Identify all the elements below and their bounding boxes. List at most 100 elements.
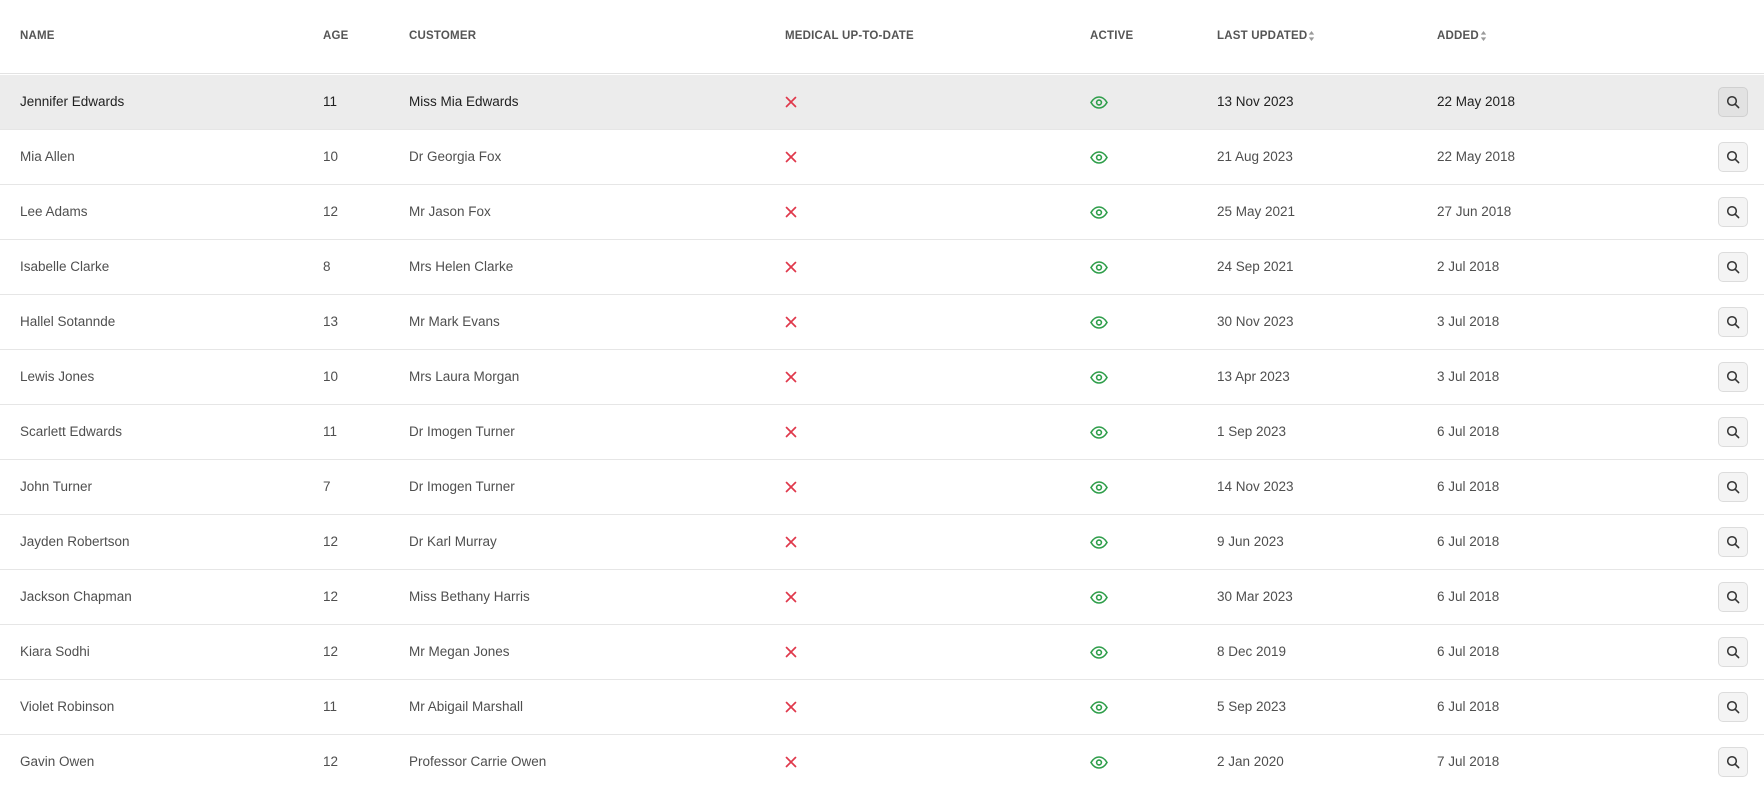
child-name: Scarlett Edwards bbox=[20, 424, 123, 439]
column-header-active: ACTIVE bbox=[1090, 30, 1134, 42]
column-header-added[interactable]: ADDED bbox=[1437, 30, 1487, 42]
view-button[interactable] bbox=[1718, 747, 1748, 777]
child-age: 7 bbox=[323, 479, 331, 494]
view-cell bbox=[1718, 240, 1748, 294]
x-icon bbox=[785, 405, 799, 459]
child-age: 12 bbox=[323, 644, 339, 659]
added-date: 2 Jul 2018 bbox=[1437, 259, 1500, 274]
x-icon bbox=[785, 185, 799, 239]
sort-icon bbox=[1480, 30, 1487, 42]
eye-icon bbox=[1090, 75, 1108, 129]
eye-icon bbox=[1090, 240, 1108, 294]
search-icon bbox=[1726, 590, 1740, 604]
column-header-customer: CUSTOMER bbox=[409, 30, 477, 42]
view-cell bbox=[1718, 680, 1748, 734]
table-body: Jennifer Edwards 11 Miss Mia Edwards 13 Nov… bbox=[0, 75, 1764, 789]
view-button[interactable] bbox=[1718, 582, 1748, 612]
search-icon bbox=[1726, 480, 1740, 494]
child-age: 12 bbox=[323, 754, 339, 769]
search-icon bbox=[1726, 645, 1740, 659]
child-name: Kiara Sodhi bbox=[20, 644, 90, 659]
search-icon bbox=[1726, 755, 1740, 769]
child-age: 13 bbox=[323, 314, 339, 329]
child-name: Jackson Chapman bbox=[20, 589, 132, 604]
view-button[interactable] bbox=[1718, 637, 1748, 667]
eye-icon bbox=[1090, 680, 1108, 734]
customer-name: Miss Mia Edwards bbox=[409, 94, 519, 109]
last-updated-date: 30 Nov 2023 bbox=[1217, 314, 1294, 329]
view-button[interactable] bbox=[1718, 307, 1748, 337]
last-updated-date: 30 Mar 2023 bbox=[1217, 589, 1293, 604]
child-name: Violet Robinson bbox=[20, 699, 115, 714]
added-date: 6 Jul 2018 bbox=[1437, 589, 1500, 604]
view-cell bbox=[1718, 570, 1748, 624]
child-name: Isabelle Clarke bbox=[20, 259, 110, 274]
table-row[interactable]: Isabelle Clarke 8 Mrs Helen Clarke 24 Sep 2… bbox=[0, 240, 1764, 295]
x-icon bbox=[785, 515, 799, 569]
last-updated-date: 25 May 2021 bbox=[1217, 204, 1296, 219]
search-icon bbox=[1726, 150, 1740, 164]
last-updated-date: 24 Sep 2021 bbox=[1217, 259, 1294, 274]
last-updated-date: 5 Sep 2023 bbox=[1217, 699, 1287, 714]
table-row[interactable]: Scarlett Edwards 11 Dr Imogen Turner 1 Sep … bbox=[0, 405, 1764, 460]
table-row[interactable]: Jayden Robertson 12 Dr Karl Murray 9 Jun 20… bbox=[0, 515, 1764, 570]
search-icon bbox=[1726, 370, 1740, 384]
added-date: 6 Jul 2018 bbox=[1437, 479, 1500, 494]
table-row[interactable]: Mia Allen 10 Dr Georgia Fox 21 Aug 2023 22 M… bbox=[0, 130, 1764, 185]
x-icon bbox=[785, 75, 799, 129]
search-icon bbox=[1726, 260, 1740, 274]
view-cell bbox=[1718, 460, 1748, 514]
view-button[interactable] bbox=[1718, 142, 1748, 172]
child-age: 12 bbox=[323, 589, 339, 604]
search-icon bbox=[1726, 425, 1740, 439]
view-cell bbox=[1718, 350, 1748, 404]
search-icon bbox=[1726, 315, 1740, 329]
child-age: 8 bbox=[323, 259, 331, 274]
column-header-age: AGE bbox=[323, 30, 349, 42]
eye-icon bbox=[1090, 515, 1108, 569]
eye-icon bbox=[1090, 185, 1108, 239]
view-button[interactable] bbox=[1718, 362, 1748, 392]
child-age: 10 bbox=[323, 149, 339, 164]
added-date: 3 Jul 2018 bbox=[1437, 369, 1500, 384]
view-button[interactable] bbox=[1718, 252, 1748, 282]
table-row[interactable]: Kiara Sodhi 12 Mr Megan Jones 8 Dec 2019 6 J… bbox=[0, 625, 1764, 680]
view-cell bbox=[1718, 625, 1748, 679]
table-row[interactable]: Hallel Sotannde 13 Mr Mark Evans 30 Nov 202… bbox=[0, 295, 1764, 350]
x-icon bbox=[785, 295, 799, 349]
table-header: NAME AGE CUSTOMER MEDICAL UP-TO-DATE ACT… bbox=[0, 0, 1764, 74]
child-age: 10 bbox=[323, 369, 339, 384]
eye-icon bbox=[1090, 350, 1108, 404]
child-name: Hallel Sotannde bbox=[20, 314, 116, 329]
table-row[interactable]: Jennifer Edwards 11 Miss Mia Edwards 13 Nov… bbox=[0, 75, 1764, 130]
added-date: 6 Jul 2018 bbox=[1437, 424, 1500, 439]
table-row[interactable]: Lewis Jones 10 Mrs Laura Morgan 13 Apr 2023… bbox=[0, 350, 1764, 405]
eye-icon bbox=[1090, 405, 1108, 459]
child-age: 11 bbox=[323, 699, 338, 714]
view-button[interactable] bbox=[1718, 692, 1748, 722]
table-row[interactable]: Violet Robinson 11 Mr Abigail Marshall 5 Se… bbox=[0, 680, 1764, 735]
added-date: 6 Jul 2018 bbox=[1437, 534, 1500, 549]
sort-icon bbox=[1308, 30, 1315, 42]
customer-name: Mr Abigail Marshall bbox=[409, 699, 524, 714]
child-age: 11 bbox=[323, 424, 338, 439]
last-updated-date: 21 Aug 2023 bbox=[1217, 149, 1293, 164]
view-button[interactable] bbox=[1718, 417, 1748, 447]
table-row[interactable]: Gavin Owen 12 Professor Carrie Owen 2 Jan 2… bbox=[0, 735, 1764, 789]
column-header-last-updated[interactable]: LAST UPDATED bbox=[1217, 30, 1315, 42]
view-button[interactable] bbox=[1718, 87, 1748, 117]
table-row[interactable]: John Turner 7 Dr Imogen Turner 14 Nov 2023 6… bbox=[0, 460, 1764, 515]
table-row[interactable]: Lee Adams 12 Mr Jason Fox 25 May 2021 27 Jun… bbox=[0, 185, 1764, 240]
added-date: 22 May 2018 bbox=[1437, 94, 1516, 109]
search-icon bbox=[1726, 535, 1740, 549]
child-age: 11 bbox=[323, 94, 338, 109]
eye-icon bbox=[1090, 625, 1108, 679]
view-cell bbox=[1718, 735, 1748, 789]
view-button[interactable] bbox=[1718, 197, 1748, 227]
view-button[interactable] bbox=[1718, 472, 1748, 502]
x-icon bbox=[785, 460, 799, 514]
last-updated-date: 8 Dec 2019 bbox=[1217, 644, 1287, 659]
table-row[interactable]: Jackson Chapman 12 Miss Bethany Harris 30 M… bbox=[0, 570, 1764, 625]
view-button[interactable] bbox=[1718, 527, 1748, 557]
view-cell bbox=[1718, 75, 1748, 129]
